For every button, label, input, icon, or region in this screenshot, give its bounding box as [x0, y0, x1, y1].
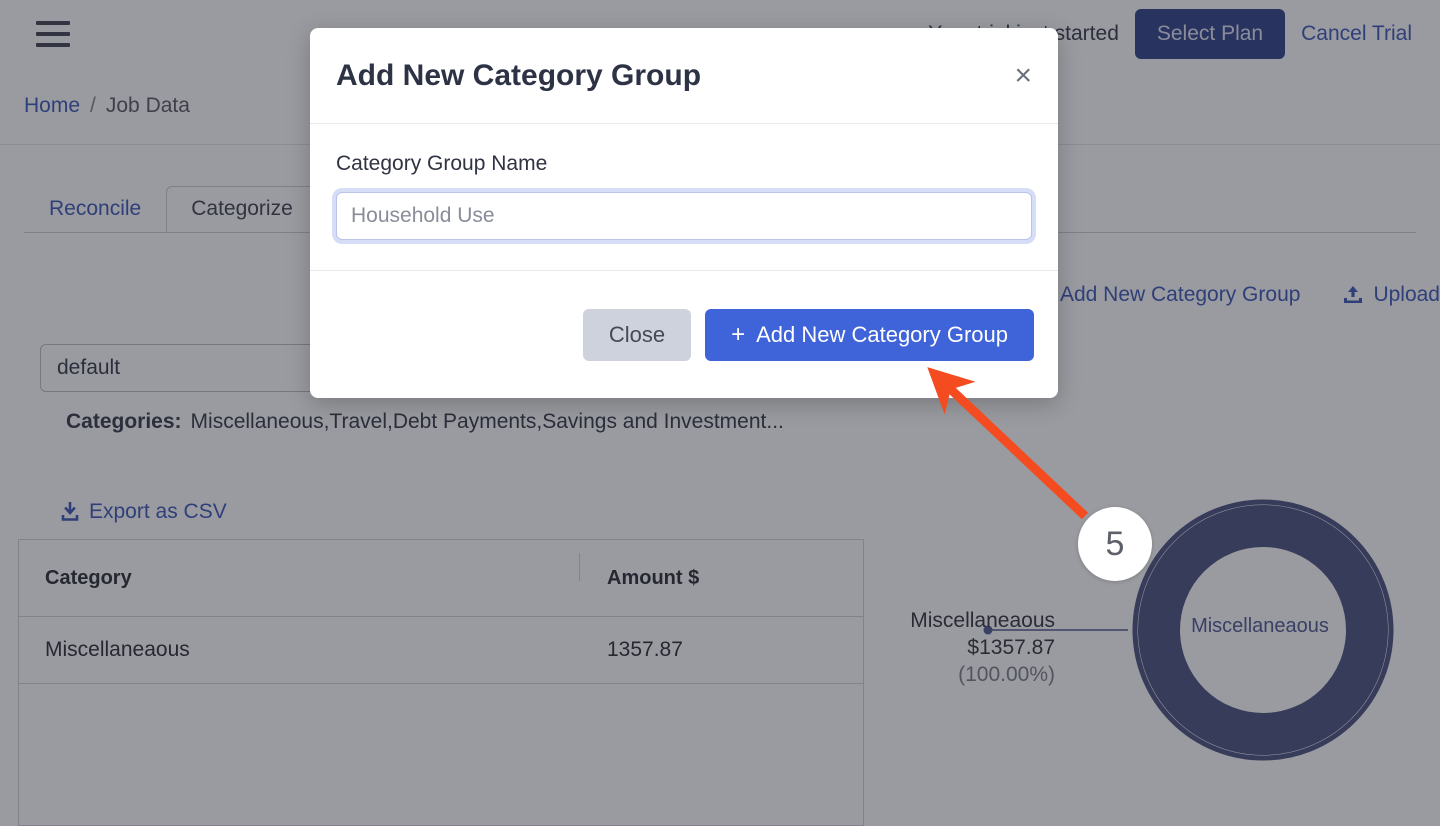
add-new-category-group-button[interactable]: + Add New Category Group [705, 308, 1034, 361]
modal-header: Add New Category Group × [310, 28, 1058, 124]
modal-body: Category Group Name [310, 124, 1058, 271]
add-category-group-modal: Add New Category Group × Category Group … [310, 28, 1058, 398]
modal-footer: Close + Add New Category Group [310, 271, 1058, 398]
modal-title: Add New Category Group [336, 58, 702, 92]
category-group-name-label: Category Group Name [336, 152, 548, 175]
close-icon[interactable]: × [1014, 60, 1032, 91]
close-button[interactable]: Close [582, 308, 692, 361]
category-group-name-input[interactable] [336, 192, 1032, 240]
plus-icon: + [731, 320, 746, 348]
add-button-label: Add New Category Group [756, 321, 1008, 347]
